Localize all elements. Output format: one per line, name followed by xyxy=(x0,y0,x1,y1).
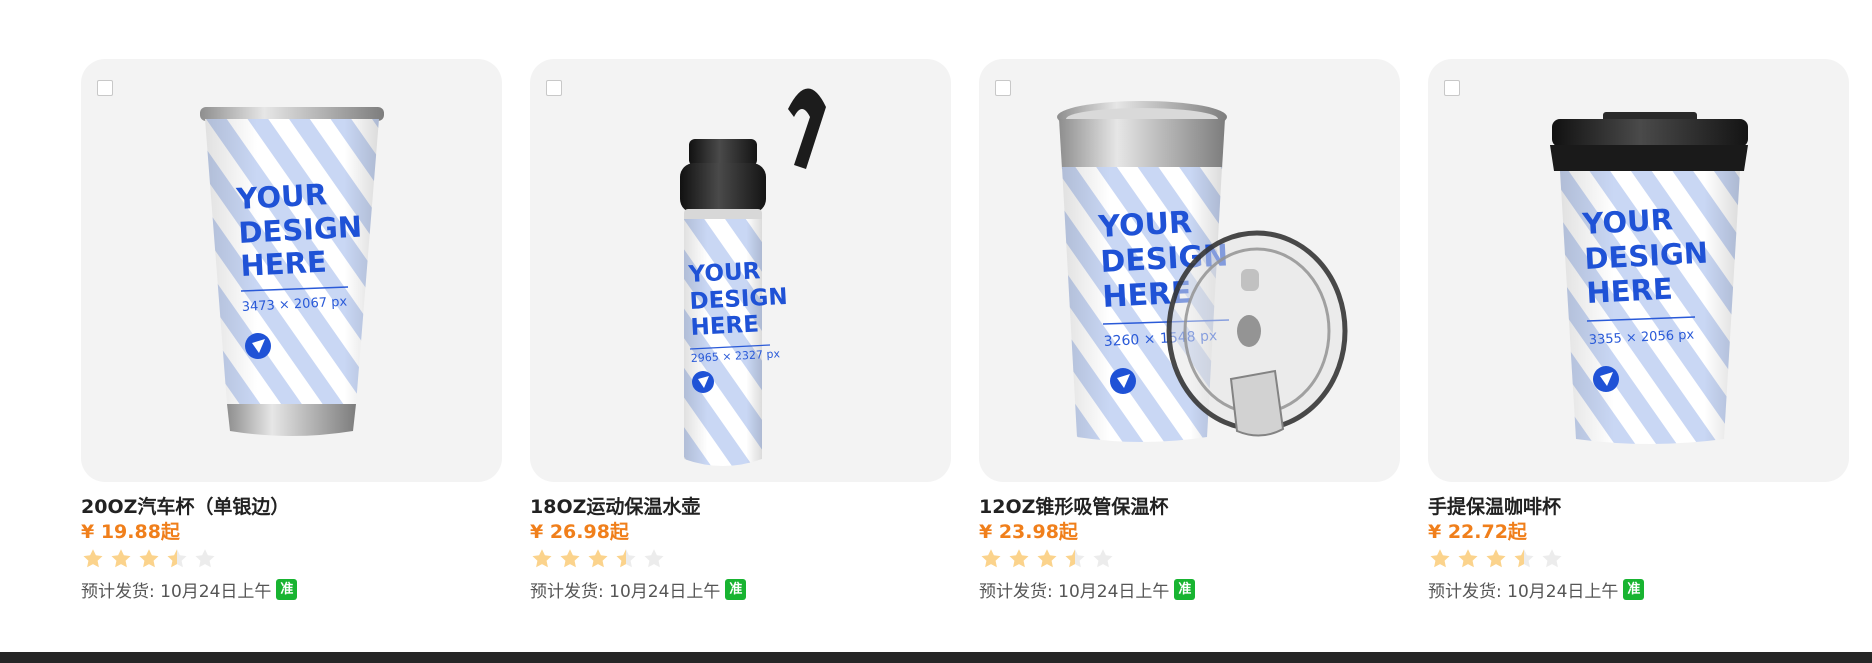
product-thumbnail[interactable]: YOUR DESIGN HERE 3473 × 2067 px xyxy=(81,59,502,482)
punctual-badge: 准 xyxy=(725,578,747,600)
svg-text:YOUR: YOUR xyxy=(235,177,328,216)
svg-text:DESIGN: DESIGN xyxy=(1584,236,1709,276)
product-price: ¥ 26.98起 xyxy=(530,521,629,543)
punctual-badge: 准 xyxy=(1623,578,1645,600)
half-star-icon xyxy=(167,549,187,568)
svg-text:HERE: HERE xyxy=(1586,272,1674,310)
product-title[interactable]: 12OZ锥形吸管保温杯 xyxy=(979,494,1400,520)
svg-text:HERE: HERE xyxy=(690,311,760,341)
svg-text:YOUR: YOUR xyxy=(1581,202,1674,241)
product-image-sport-bottle: YOUR DESIGN HERE 2965 × 2327 px xyxy=(680,88,826,466)
product-card[interactable]: YOUR DESIGN HERE 3473 × 2067 px 20OZ汽车杯（… xyxy=(81,59,502,602)
svg-text:DESIGN: DESIGN xyxy=(689,284,788,315)
product-price: ¥ 19.88起 xyxy=(81,521,180,543)
product-title[interactable]: 手提保温咖啡杯 xyxy=(1428,494,1849,520)
star-icon xyxy=(1009,549,1029,568)
svg-text:YOUR: YOUR xyxy=(1097,205,1193,245)
rating-stars xyxy=(81,545,502,573)
star-empty-icon xyxy=(1542,549,1562,568)
product-title[interactable]: 18OZ运动保温水壶 xyxy=(530,494,951,520)
shipping-info: 预计发货: 10月24日上午 准 xyxy=(81,576,502,602)
star-icon xyxy=(588,549,608,568)
shipping-text: 预计发货: 10月24日上午 xyxy=(81,581,272,602)
star-icon xyxy=(1458,549,1478,568)
star-icon xyxy=(560,549,580,568)
rating-stars xyxy=(530,545,951,573)
select-checkbox[interactable] xyxy=(97,80,113,96)
star-icon xyxy=(981,549,1001,568)
rating-stars xyxy=(979,545,1400,573)
star-empty-icon xyxy=(644,549,664,568)
product-image-coffee-cup: YOUR DESIGN HERE 3355 × 2056 px xyxy=(1550,112,1748,444)
product-price: ¥ 22.72起 xyxy=(1428,521,1527,543)
product-card[interactable]: YOUR DESIGN HERE 2965 × 2327 px 18OZ运动保温… xyxy=(530,59,951,602)
shipping-text: 预计发货: 10月24日上午 xyxy=(1428,581,1619,602)
product-grid: YOUR DESIGN HERE 3473 × 2067 px 20OZ汽车杯（… xyxy=(81,59,1849,602)
product-thumbnail[interactable]: YOUR DESIGN HERE 3260 × 1548 px xyxy=(979,59,1400,482)
select-checkbox[interactable] xyxy=(995,80,1011,96)
shipping-text: 预计发货: 10月24日上午 xyxy=(530,581,721,602)
punctual-badge: 准 xyxy=(1174,578,1196,600)
punctual-badge: 准 xyxy=(276,578,298,600)
rating-stars xyxy=(1428,545,1849,573)
star-icon xyxy=(111,549,131,568)
svg-text:HERE: HERE xyxy=(240,245,328,283)
half-star-icon xyxy=(1065,549,1085,568)
star-icon xyxy=(1430,549,1450,568)
product-card[interactable]: YOUR DESIGN HERE 3260 × 1548 px 12OZ锥形吸管… xyxy=(979,59,1400,602)
star-icon xyxy=(532,549,552,568)
product-image-tapered-tumbler: YOUR DESIGN HERE 3260 × 1548 px xyxy=(1057,101,1348,442)
product-thumbnail[interactable]: YOUR DESIGN HERE 2965 × 2327 px xyxy=(530,59,951,482)
star-empty-icon xyxy=(1093,549,1113,568)
select-checkbox[interactable] xyxy=(1444,80,1460,96)
star-empty-icon xyxy=(195,549,215,568)
product-image-car-tumbler: YOUR DESIGN HERE 3473 × 2067 px xyxy=(200,107,384,436)
shipping-info: 预计发货: 10月24日上午 准 xyxy=(979,576,1400,602)
shipping-info: 预计发货: 10月24日上午 准 xyxy=(530,576,951,602)
footer-bar xyxy=(0,652,1872,663)
half-star-icon xyxy=(616,549,636,568)
product-card[interactable]: YOUR DESIGN HERE 3355 × 2056 px 手提保温咖啡杯 … xyxy=(1428,59,1849,602)
shipping-info: 预计发货: 10月24日上午 准 xyxy=(1428,576,1849,602)
half-star-icon xyxy=(1514,549,1534,568)
star-icon xyxy=(1486,549,1506,568)
star-icon xyxy=(139,549,159,568)
select-checkbox[interactable] xyxy=(546,80,562,96)
star-icon xyxy=(1037,549,1057,568)
product-price: ¥ 23.98起 xyxy=(979,521,1078,543)
svg-text:DESIGN: DESIGN xyxy=(238,210,363,250)
svg-text:YOUR: YOUR xyxy=(687,258,761,288)
shipping-text: 预计发货: 10月24日上午 xyxy=(979,581,1170,602)
product-thumbnail[interactable]: YOUR DESIGN HERE 3355 × 2056 px xyxy=(1428,59,1849,482)
product-title[interactable]: 20OZ汽车杯（单银边） xyxy=(81,494,502,520)
star-icon xyxy=(83,549,103,568)
